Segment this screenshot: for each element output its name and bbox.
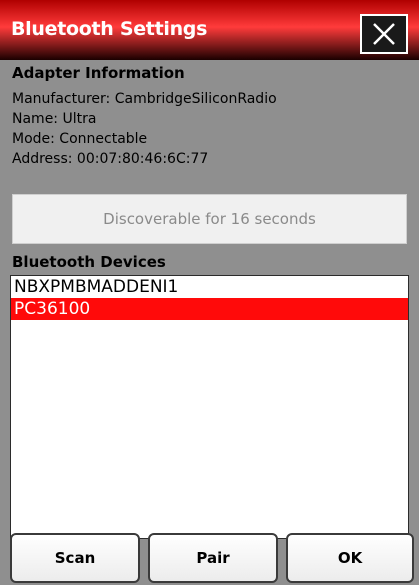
discoverable-label: Discoverable for 16 seconds [103,210,316,228]
ok-button[interactable]: OK [286,533,414,583]
list-item[interactable]: PC36100 [11,298,408,320]
mode-text: Mode: Connectable [12,131,148,147]
adapter-info-heading: Adapter Information [12,64,185,82]
pair-button[interactable]: Pair [148,533,278,583]
list-item[interactable]: NBXPMBMADDENI1 [11,276,408,298]
ok-button-label: OK [337,549,363,567]
discoverable-button[interactable]: Discoverable for 16 seconds [12,194,407,244]
adapter-name-text: Name: Ultra [12,111,97,127]
pair-button-label: Pair [196,549,230,567]
scan-button[interactable]: Scan [10,533,140,583]
close-button[interactable] [360,14,408,54]
title-bar: Bluetooth Settings [0,0,419,60]
device-list[interactable]: NBXPMBMADDENI1 PC36100 [10,275,409,539]
manufacturer-text: Manufacturer: CambridgeSiliconRadio [12,91,277,107]
address-text: Address: 00:07:80:46:6C:77 [12,151,209,167]
close-icon [373,23,395,45]
scan-button-label: Scan [54,549,96,567]
window-title: Bluetooth Settings [11,18,208,40]
devices-heading: Bluetooth Devices [12,253,166,271]
